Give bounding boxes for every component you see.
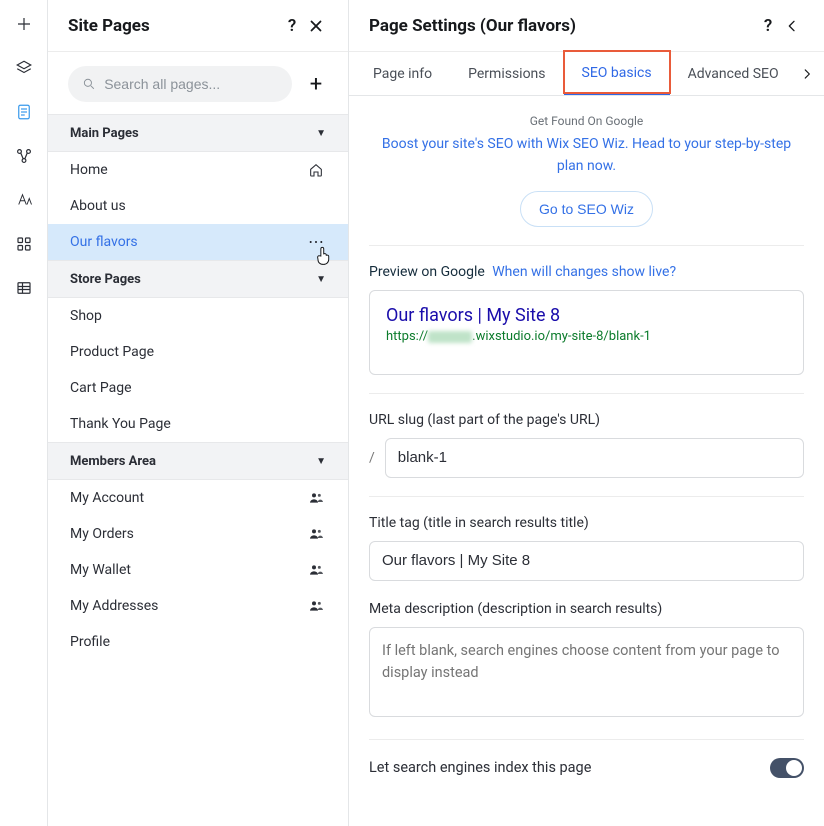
google-preview-section: Preview on Google When will changes show… bbox=[369, 264, 804, 375]
page-item-label: My Orders bbox=[70, 526, 306, 542]
search-input[interactable] bbox=[104, 76, 278, 92]
page-item-our-flavors[interactable]: Our flavors ⋯ bbox=[48, 224, 348, 260]
gp-url-prefix: https:// bbox=[386, 329, 428, 344]
pages-panel-header: Site Pages ? bbox=[48, 0, 348, 52]
meta-description-label: Meta description (description in search … bbox=[369, 601, 804, 617]
seo-promo-kicker: Get Found On Google bbox=[369, 114, 804, 128]
page-item-thank-you-page[interactable]: Thank You Page bbox=[48, 406, 348, 442]
tabs-scroll-right-icon[interactable] bbox=[797, 67, 818, 81]
slash-icon: / bbox=[369, 450, 375, 466]
page-item-label: About us bbox=[70, 198, 326, 214]
page-item-label: Our flavors bbox=[70, 234, 306, 250]
more-icon[interactable]: ⋯ bbox=[306, 232, 326, 252]
page-icon[interactable] bbox=[12, 100, 36, 124]
left-icon-rail bbox=[0, 0, 48, 826]
page-item-label: Thank You Page bbox=[70, 416, 326, 432]
members-icon bbox=[306, 596, 326, 616]
gp-url-blur bbox=[428, 331, 472, 343]
gp-url-suffix: .wixstudio.io/my-site-8/blank-1 bbox=[472, 329, 651, 344]
page-item-product-page[interactable]: Product Page bbox=[48, 334, 348, 370]
page-item-label: Product Page bbox=[70, 344, 326, 360]
settings-header: Page Settings (Our flavors) ? bbox=[349, 0, 824, 52]
page-item-label: My Account bbox=[70, 490, 306, 506]
chevron-down-icon: ▼ bbox=[316, 456, 326, 467]
page-item-my-addresses[interactable]: My Addresses bbox=[48, 588, 348, 624]
settings-tabs: Page info Permissions SEO basics Advance… bbox=[349, 52, 824, 96]
close-icon[interactable] bbox=[304, 14, 328, 38]
page-item-about[interactable]: About us bbox=[48, 188, 348, 224]
add-icon[interactable] bbox=[12, 12, 36, 36]
url-slug-field: / bbox=[369, 438, 804, 478]
page-item-label: My Wallet bbox=[70, 562, 306, 578]
help-icon[interactable]: ? bbox=[280, 14, 304, 38]
help-icon[interactable]: ? bbox=[756, 14, 780, 38]
page-settings-panel: Page Settings (Our flavors) ? Page info … bbox=[349, 0, 824, 826]
pages-search-row: + bbox=[48, 52, 348, 114]
title-tag-input[interactable] bbox=[369, 541, 804, 581]
settings-body: Get Found On Google Boost your site's SE… bbox=[349, 96, 824, 826]
index-toggle-label: Let search engines index this page bbox=[369, 759, 770, 776]
tab-permissions[interactable]: Permissions bbox=[450, 52, 563, 95]
settings-title: Page Settings (Our flavors) bbox=[369, 16, 756, 36]
google-preview-url: https:// .wixstudio.io/my-site-8/blank-1 bbox=[386, 329, 787, 344]
layers-icon[interactable] bbox=[12, 56, 36, 80]
index-toggle[interactable] bbox=[770, 758, 804, 778]
index-toggle-row: Let search engines index this page bbox=[369, 758, 804, 778]
google-preview-card: Our flavors | My Site 8 https:// .wixstud… bbox=[369, 290, 804, 375]
apps-icon[interactable] bbox=[12, 232, 36, 256]
section-label: Store Pages bbox=[70, 272, 141, 287]
page-item-my-wallet[interactable]: My Wallet bbox=[48, 552, 348, 588]
title-tag-label: Title tag (title in search results title… bbox=[369, 515, 804, 531]
members-icon bbox=[306, 524, 326, 544]
section-members-area[interactable]: Members Area ▼ bbox=[48, 442, 348, 480]
chevron-down-icon: ▼ bbox=[316, 128, 326, 139]
page-item-label: Home bbox=[70, 162, 306, 178]
tab-advanced-seo[interactable]: Advanced SEO bbox=[670, 52, 797, 95]
tab-page-info[interactable]: Page info bbox=[355, 52, 450, 95]
search-input-wrapper[interactable] bbox=[68, 66, 292, 102]
tab-seo-basics[interactable]: SEO basics bbox=[564, 52, 670, 95]
url-slug-label: URL slug (last part of the page's URL) bbox=[369, 412, 804, 428]
page-item-home[interactable]: Home bbox=[48, 152, 348, 188]
search-icon bbox=[82, 76, 96, 92]
pages-panel-title: Site Pages bbox=[68, 16, 280, 36]
meta-description-input[interactable] bbox=[369, 627, 804, 717]
url-slug-input[interactable] bbox=[385, 438, 804, 478]
add-page-button[interactable]: + bbox=[304, 72, 328, 96]
page-item-my-account[interactable]: My Account bbox=[48, 480, 348, 516]
preview-label: Preview on Google bbox=[369, 264, 485, 280]
section-label: Main Pages bbox=[70, 126, 139, 141]
go-to-seo-wiz-button[interactable]: Go to SEO Wiz bbox=[520, 191, 653, 227]
connections-icon[interactable] bbox=[12, 144, 36, 168]
google-preview-title: Our flavors | My Site 8 bbox=[386, 305, 787, 327]
page-item-my-orders[interactable]: My Orders bbox=[48, 516, 348, 552]
page-item-cart-page[interactable]: Cart Page bbox=[48, 370, 348, 406]
page-item-label: Profile bbox=[70, 634, 326, 650]
seo-promo-text: Boost your site's SEO with Wix SEO Wiz. … bbox=[369, 134, 804, 177]
chevron-down-icon: ▼ bbox=[316, 274, 326, 285]
section-main-pages[interactable]: Main Pages ▼ bbox=[48, 114, 348, 152]
data-icon[interactable] bbox=[12, 276, 36, 300]
page-item-label: Shop bbox=[70, 308, 326, 324]
site-pages-panel: Site Pages ? + Main Pages ▼ Home About u… bbox=[48, 0, 349, 826]
section-store-pages[interactable]: Store Pages ▼ bbox=[48, 260, 348, 298]
members-icon bbox=[306, 560, 326, 580]
home-icon bbox=[306, 160, 326, 180]
section-label: Members Area bbox=[70, 454, 156, 469]
page-item-label: My Addresses bbox=[70, 598, 306, 614]
members-icon bbox=[306, 488, 326, 508]
page-item-label: Cart Page bbox=[70, 380, 326, 396]
text-style-icon[interactable] bbox=[12, 188, 36, 212]
preview-live-link[interactable]: When will changes show live? bbox=[492, 264, 676, 280]
back-icon[interactable] bbox=[780, 14, 804, 38]
page-item-profile[interactable]: Profile bbox=[48, 624, 348, 660]
page-item-shop[interactable]: Shop bbox=[48, 298, 348, 334]
